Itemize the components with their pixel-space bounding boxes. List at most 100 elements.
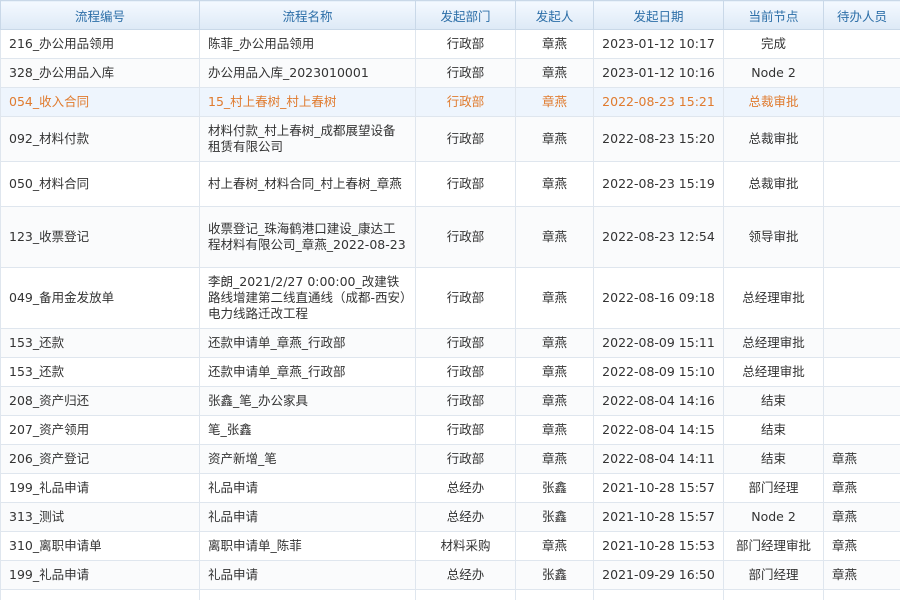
cell-pending-user	[823, 29, 900, 59]
cell-flow-name: 村上春树_材料合同_村上春树_章燕	[199, 161, 416, 207]
cell-start-date: 2022-08-09 15:10	[593, 357, 724, 387]
cell-flow-name: 还款申请单_章燕_行政部	[199, 357, 416, 387]
cell-pending-user: 章燕	[823, 502, 900, 532]
table-row[interactable]: 199_礼品申请 礼品申请 总经办 张鑫 2021-10-28 15:57 部门经理 章燕	[0, 473, 900, 503]
cell-start-date: 2021-10-28 15:53	[593, 531, 724, 561]
cell-start-date: 2022-08-23 15:21	[593, 87, 724, 117]
cell-pending-user	[823, 589, 900, 600]
workflow-grid: 流程编号 流程名称 发起部门 发起人 发起日期 当前节点 待办人员 216_办公…	[0, 0, 900, 600]
cell-flow-id: 328_办公用品入库	[0, 58, 200, 88]
cell-flow-name: 笔_张鑫	[199, 415, 416, 445]
cell-flow-id: 313_测试	[0, 502, 200, 532]
column-header-start-date[interactable]: 发起日期	[593, 0, 724, 30]
cell-start-date: 2023-01-12 10:16	[593, 58, 724, 88]
cell-pending-user	[823, 357, 900, 387]
cell-initiator: 张鑫	[515, 502, 594, 532]
cell-current-node: 完成	[723, 29, 824, 59]
workflow-table: 流程编号 流程名称 发起部门 发起人 发起日期 当前节点 待办人员 216_办公…	[0, 0, 900, 600]
cell-pending-user	[823, 161, 900, 207]
cell-initiator: 章燕	[515, 161, 594, 207]
cell-current-node: 总裁审批	[723, 87, 824, 117]
cell-start-date: 2021-10-28 15:57	[593, 502, 724, 532]
cell-department: 行政部	[415, 415, 516, 445]
table-row[interactable]: 123_收票登记 收票登记_珠海鹤港口建设_康达工程材料有限公司_章燕_2022-…	[0, 206, 900, 268]
cell-department: 行政部	[415, 267, 516, 329]
table-row[interactable]: 313_测试 礼品申请 总经办 张鑫 2021-10-28 15:57 Node 2 章燕	[0, 502, 900, 532]
cell-current-node: 部门经理审批	[723, 531, 824, 561]
cell-pending-user	[823, 58, 900, 88]
cell-flow-id: 092_材料付款	[0, 116, 200, 162]
cell-department: 行政部	[415, 58, 516, 88]
table-row[interactable]: 207_资产领用 笔_张鑫 行政部 章燕 2022-08-04 14:15 结束	[0, 415, 900, 445]
cell-flow-name: 办公用品入库_2023010001	[199, 58, 416, 88]
cell-initiator: 章燕	[515, 267, 594, 329]
cell-start-date: 2022-08-23 15:20	[593, 116, 724, 162]
cell-pending-user	[823, 206, 900, 268]
table-row[interactable]: 328_办公用品入库 办公用品入库_2023010001 行政部 章燕 2023-01-…	[0, 58, 900, 88]
cell-initiator: 章燕	[515, 444, 594, 474]
cell-current-node: 总裁审批	[723, 161, 824, 207]
cell-pending-user: 章燕	[823, 560, 900, 590]
cell-department: 行政部	[415, 206, 516, 268]
cell-department: 总经办	[415, 473, 516, 503]
cell-start-date: 2022-08-04 14:16	[593, 386, 724, 416]
table-row[interactable]: 050_材料合同 村上春树_材料合同_村上春树_章燕 行政部 章燕 2022-08-23…	[0, 161, 900, 207]
table-row[interactable]: 310_离职申请单 离职申请单_陈菲 材料采购 章燕 2021-10-28 15:53 部…	[0, 531, 900, 561]
table-header-row: 流程编号 流程名称 发起部门 发起人 发起日期 当前节点 待办人员	[0, 0, 900, 30]
cell-initiator: 张鑫	[515, 560, 594, 590]
cell-initiator: 章燕	[515, 29, 594, 59]
cell-department: 行政部	[415, 29, 516, 59]
cell-pending-user: 章燕	[823, 531, 900, 561]
column-header-flow-id[interactable]: 流程编号	[0, 0, 200, 30]
cell-pending-user: 章燕	[823, 444, 900, 474]
cell-flow-name: 李朗_2021/2/27 0:00:00_改建铁路线增建第二线直通线（成都-西安…	[199, 267, 416, 329]
column-header-department[interactable]: 发起部门	[415, 0, 516, 30]
cell-current-node: 总经理审批	[723, 357, 824, 387]
cell-flow-id: 049_备用金发放单	[0, 267, 200, 329]
cell-current-node: 部门经理	[723, 473, 824, 503]
table-row[interactable]: 199_礼品申请 礼品申请 总经办 张鑫 2021-09-29 16:50 部门经理 章燕	[0, 560, 900, 590]
cell-department: 材料采购	[415, 531, 516, 561]
column-header-current-node[interactable]: 当前节点	[723, 0, 824, 30]
cell-start-date: 2021-09-29 16:50	[593, 560, 724, 590]
column-header-flow-name[interactable]: 流程名称	[199, 0, 416, 30]
cell-current-node: 总经理审批	[723, 328, 824, 358]
cell-initiator: 章燕	[515, 206, 594, 268]
cell-initiator: 章燕	[515, 87, 594, 117]
table-row[interactable]: 216_办公用品领用 陈菲_办公用品领用 行政部 章燕 2023-01-12 10:17…	[0, 29, 900, 59]
cell-flow-name: 陈菲_办公用品领用	[199, 29, 416, 59]
table-row[interactable]: 092_材料付款 材料付款_村上春树_成都展望设备租赁有限公司 行政部 章燕 2022-…	[0, 116, 900, 162]
cell-flow-name: 材料付款_村上春树_成都展望设备租赁有限公司	[199, 116, 416, 162]
cell-initiator	[515, 589, 594, 600]
cell-start-date	[593, 589, 724, 600]
table-row[interactable]: 153_还款 还款申请单_章燕_行政部 行政部 章燕 2022-08-09 15:11 总…	[0, 328, 900, 358]
table-row[interactable]: 153_还款 还款申请单_章燕_行政部 行政部 章燕 2022-08-09 15:10 总…	[0, 357, 900, 387]
column-header-initiator[interactable]: 发起人	[515, 0, 594, 30]
cell-current-node: 领导审批	[723, 206, 824, 268]
cell-current-node: Node 2	[723, 58, 824, 88]
cell-flow-id: 208_资产归还	[0, 386, 200, 416]
table-row-selected[interactable]: 054_收入合同 15_村上春树_村上春树 行政部 章燕 2022-08-23 15:2…	[0, 87, 900, 117]
cell-start-date: 2023-01-12 10:17	[593, 29, 724, 59]
cell-pending-user	[823, 87, 900, 117]
cell-flow-id	[0, 589, 200, 600]
cell-flow-name: 离职申请单_陈菲	[199, 531, 416, 561]
cell-flow-name: 礼品申请	[199, 502, 416, 532]
column-header-pending-user[interactable]: 待办人员	[823, 0, 900, 30]
table-row[interactable]: 049_备用金发放单 李朗_2021/2/27 0:00:00_改建铁路线增建第二…	[0, 267, 900, 329]
cell-flow-id: 153_还款	[0, 328, 200, 358]
table-row[interactable]	[0, 589, 900, 600]
cell-department	[415, 589, 516, 600]
cell-current-node: 总经理审批	[723, 267, 824, 329]
cell-current-node: 结束	[723, 444, 824, 474]
table-row[interactable]: 208_资产归还 张鑫_笔_办公家具 行政部 章燕 2022-08-04 14:16 结束	[0, 386, 900, 416]
cell-start-date: 2022-08-23 12:54	[593, 206, 724, 268]
cell-flow-name: 礼品申请	[199, 560, 416, 590]
cell-flow-name: 15_村上春树_村上春树	[199, 87, 416, 117]
cell-current-node: Node 2	[723, 502, 824, 532]
table-row[interactable]: 206_资产登记 资产新增_笔 行政部 章燕 2022-08-04 14:11 结束 章燕	[0, 444, 900, 474]
cell-current-node: 部门经理	[723, 560, 824, 590]
cell-pending-user	[823, 267, 900, 329]
cell-department: 行政部	[415, 444, 516, 474]
cell-department: 行政部	[415, 328, 516, 358]
